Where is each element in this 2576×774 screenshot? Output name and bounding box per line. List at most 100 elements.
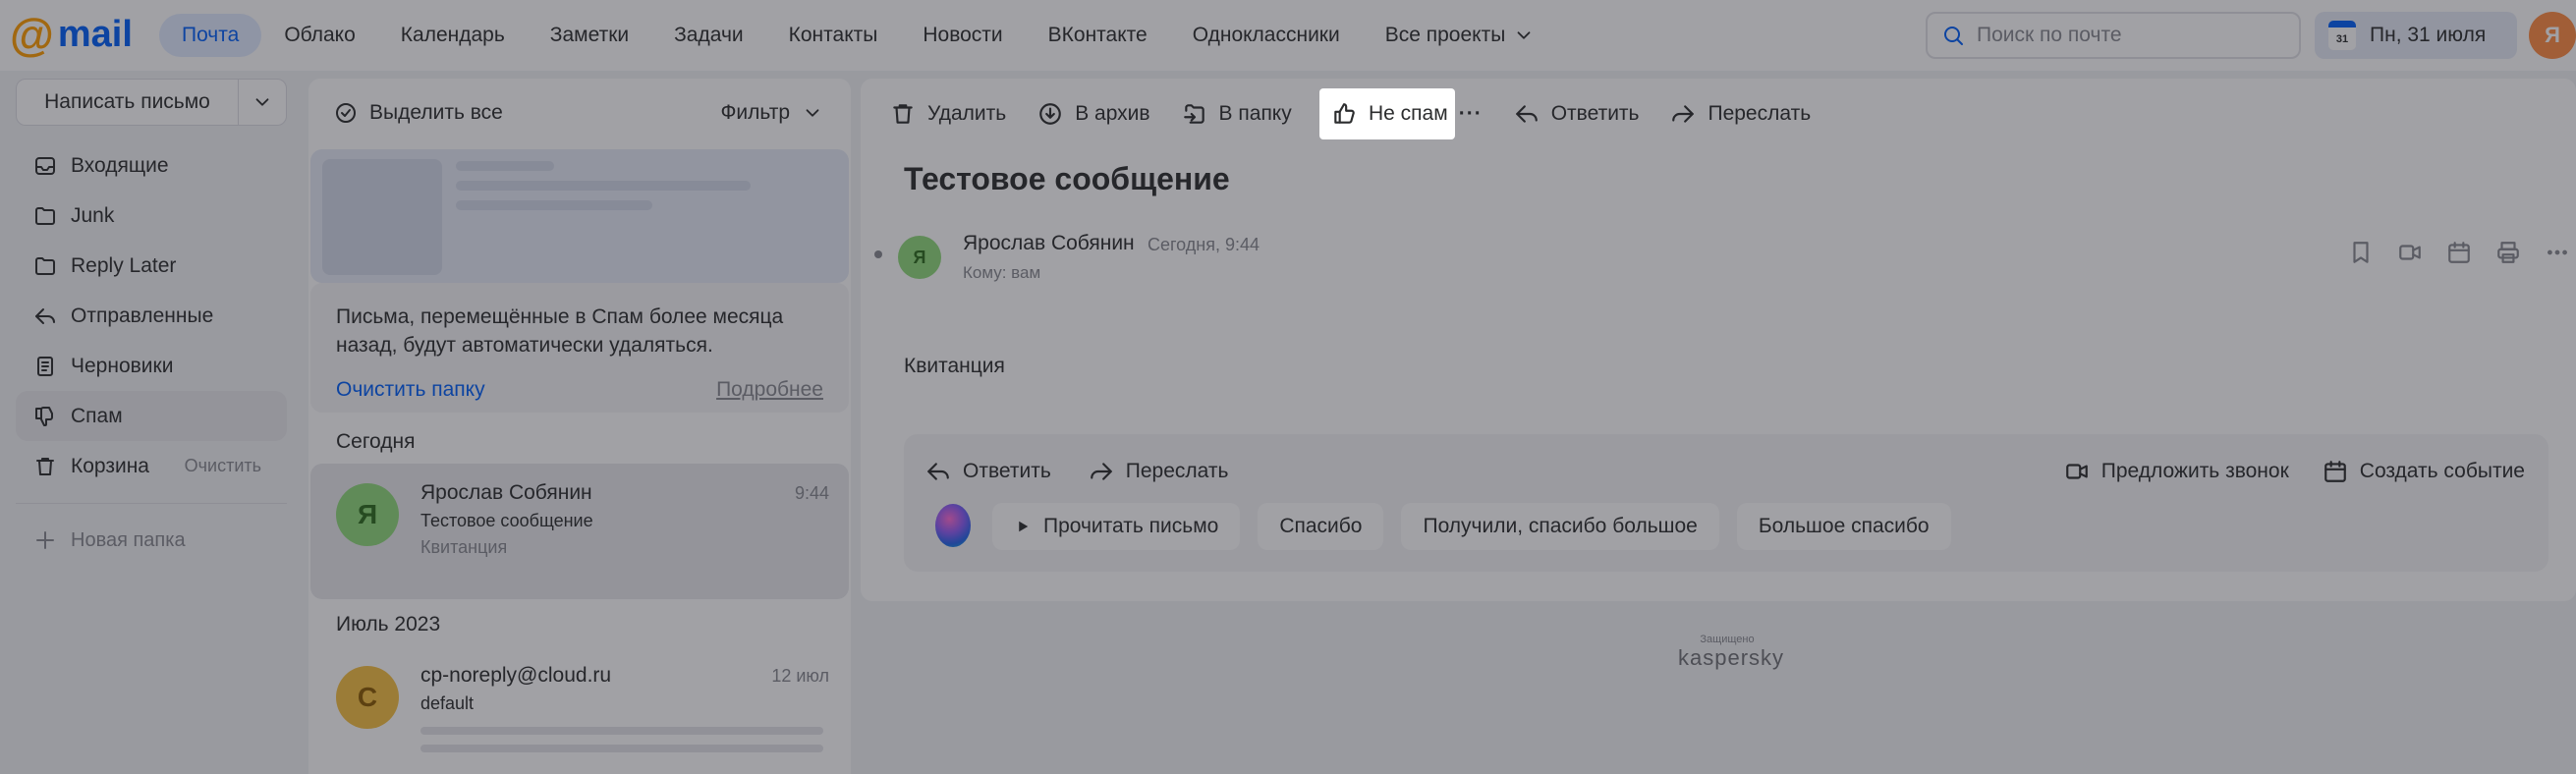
- folder-label: Входящие: [71, 153, 169, 177]
- read-aloud-chip[interactable]: Прочитать письмо: [992, 503, 1241, 550]
- forward-icon: [1672, 105, 1695, 123]
- message-date: Сегодня, 9:44: [1148, 235, 1260, 254]
- quick-reply-label: Ответить: [963, 460, 1051, 482]
- smart-reply-chip[interactable]: Спасибо: [1258, 503, 1384, 550]
- delete-button[interactable]: Удалить: [874, 88, 1022, 139]
- reply-button[interactable]: Ответить: [1498, 88, 1655, 139]
- message-time: 12 июл: [771, 666, 829, 686]
- snippet-placeholder: [420, 727, 823, 735]
- select-all-label: Выделить все: [369, 101, 503, 124]
- message-snippet: Квитанция: [420, 537, 508, 557]
- spam-notice-text: Письма, перемещённые в Спам более месяца…: [336, 305, 784, 357]
- compose-button[interactable]: Написать письмо: [17, 80, 239, 125]
- inbox-icon: [35, 156, 55, 175]
- kaspersky-badge: Защищено kaspersky: [1678, 634, 1783, 671]
- calendar-icon: [2324, 461, 2346, 482]
- kaspersky-small: Защищено: [1700, 634, 1755, 645]
- filter-button[interactable]: Фильтр: [720, 101, 823, 125]
- assistant-orb-icon[interactable]: [935, 504, 971, 547]
- create-event-button[interactable]: Создать событие: [2323, 459, 2525, 484]
- clear-folder-link[interactable]: Очистить папку: [336, 378, 485, 402]
- nav-news[interactable]: Новости: [900, 14, 1025, 57]
- more-info-link[interactable]: Подробнее: [716, 378, 823, 402]
- nav-tasks[interactable]: Задачи: [651, 14, 766, 57]
- unread-dot[interactable]: [874, 250, 882, 258]
- avatar: Я: [336, 483, 399, 546]
- quick-forward-button[interactable]: Переслать: [1089, 459, 1228, 484]
- message-actions: [2348, 240, 2570, 265]
- sender-avatar[interactable]: Я: [898, 236, 941, 279]
- message-subject: default: [420, 693, 475, 713]
- nav-notes[interactable]: Заметки: [528, 14, 651, 57]
- search-box[interactable]: [1926, 12, 2301, 59]
- folder-inbox[interactable]: Входящие: [16, 140, 287, 191]
- nav-contacts[interactable]: Контакты: [766, 14, 901, 57]
- message-subject: Тестовое сообщение: [420, 511, 593, 530]
- move-folder-icon: [1183, 104, 1204, 124]
- smart-reply-chip[interactable]: Большое спасибо: [1736, 503, 1951, 550]
- compose-options-button[interactable]: [239, 80, 286, 125]
- message-time: 9:44: [794, 483, 829, 503]
- bookmark-icon[interactable]: [2348, 240, 2374, 265]
- nav-cloud[interactable]: Облако: [261, 14, 377, 57]
- list-item[interactable]: Я Ярослав Собянин Тестовое сообщение Кви…: [310, 464, 849, 599]
- suggest-call-button[interactable]: Предложить звонок: [2064, 459, 2289, 484]
- calendar-icon[interactable]: [2446, 240, 2472, 265]
- folder-trash[interactable]: Корзина Очистить: [16, 441, 287, 491]
- snippet-placeholder: [420, 745, 823, 752]
- top-bar: @ mail Почта Облако Календарь Заметки За…: [0, 0, 2576, 71]
- video-call-icon: [2065, 464, 2088, 479]
- nav-mail[interactable]: Почта: [159, 14, 262, 57]
- folder-drafts[interactable]: Черновики: [16, 341, 287, 391]
- trash-icon: [36, 457, 54, 475]
- sender-name[interactable]: Ярослав Собянин: [963, 232, 1135, 255]
- delete-label: Удалить: [927, 102, 1007, 125]
- thumbs-up-icon: [1334, 103, 1355, 124]
- message-body: Квитанция: [904, 355, 1005, 377]
- ad-image-placeholder: [322, 159, 442, 275]
- chevron-down-icon: [255, 98, 269, 106]
- select-all-button[interactable]: Выделить все: [334, 101, 503, 125]
- trash-icon: [893, 104, 913, 124]
- nav-all-projects[interactable]: Все проекты: [1363, 14, 1558, 57]
- archive-button[interactable]: В архив: [1022, 88, 1165, 139]
- user-initial: Я: [2545, 23, 2560, 47]
- forward-label: Переслать: [1708, 102, 1812, 125]
- folder-spam[interactable]: Спам: [16, 391, 287, 441]
- check-circle-icon: [336, 103, 356, 123]
- folder-junk[interactable]: Junk: [16, 191, 287, 241]
- quick-reply-panel: Ответить Переслать Предложить звонок Соз…: [904, 434, 2548, 572]
- video-call-icon[interactable]: [2397, 240, 2423, 265]
- spam-notice: Письма, перемещённые в Спам более месяца…: [310, 283, 849, 413]
- more-horizontal-icon[interactable]: [2545, 240, 2570, 265]
- user-avatar[interactable]: Я: [2529, 12, 2576, 59]
- search-input[interactable]: [1977, 24, 2271, 47]
- smart-reply-chip[interactable]: Получили, спасибо большое: [1401, 503, 1719, 550]
- empty-trash-link[interactable]: Очистить: [185, 456, 261, 476]
- folder-reply-later[interactable]: Reply Later: [16, 241, 287, 291]
- folder-sent[interactable]: Отправленные: [16, 291, 287, 341]
- forward-button[interactable]: Переслать: [1654, 88, 1826, 139]
- nav-calendar[interactable]: Календарь: [378, 14, 528, 57]
- folder-list: Входящие Junk Reply Later Отправленные Ч…: [16, 140, 287, 491]
- not-spam-button[interactable]: Не спам: [1319, 88, 1455, 139]
- sent-icon: [35, 307, 55, 324]
- folder-label: Спам: [71, 404, 123, 427]
- new-folder-button[interactable]: Новая папка: [33, 525, 186, 556]
- logo-word: mail: [57, 14, 133, 55]
- calendar-date-chip[interactable]: 31 Пн, 31 июля: [2315, 12, 2517, 59]
- ad-placeholder: [310, 149, 849, 283]
- list-item[interactable]: С cp-noreply@cloud.ru default 12 июл: [310, 646, 849, 774]
- print-icon[interactable]: [2495, 240, 2521, 265]
- calendar-day: 31: [2335, 32, 2349, 45]
- spam-icon: [35, 406, 53, 426]
- nav-ok[interactable]: Одноклассники: [1170, 14, 1363, 57]
- folder-icon: [35, 256, 55, 275]
- mail-logo[interactable]: @ mail: [10, 12, 133, 57]
- quick-reply-button[interactable]: Ответить: [925, 459, 1051, 484]
- drafts-icon: [37, 356, 53, 376]
- folder-label: Корзина: [71, 454, 149, 477]
- move-to-folder-button[interactable]: В папку: [1166, 88, 1308, 139]
- quick-actions-left: Ответить Переслать: [925, 452, 1228, 491]
- nav-vk[interactable]: ВКонтакте: [1026, 14, 1170, 57]
